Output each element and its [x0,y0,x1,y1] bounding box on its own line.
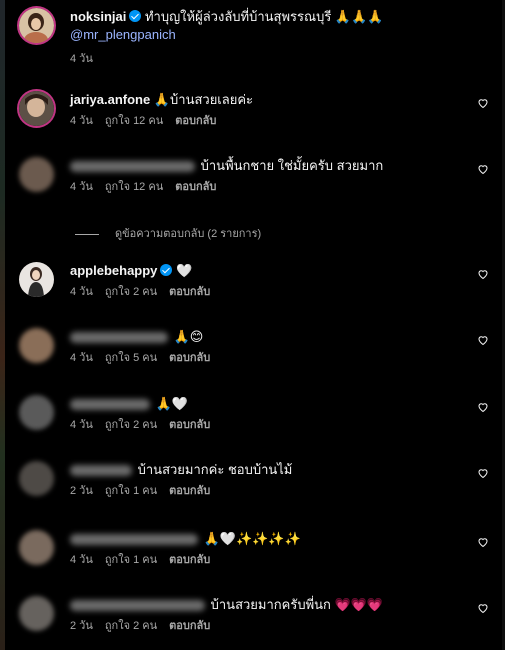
avatar[interactable] [19,91,54,126]
like-count[interactable]: ถูกใจ 1 คน [105,485,157,497]
heart-icon[interactable] [477,602,489,614]
comment-time: 2 วัน [70,485,93,497]
avatar[interactable] [19,157,54,192]
comment-text: บ้านสวยมากครับพี่นก 💗💗💗 [210,597,384,612]
caption-text: ทำบุญให้ผู้ล่วงลับที่บ้านสุพรรณบุรี 🙏🙏🙏 [144,9,384,24]
verified-badge-icon [160,264,173,276]
like-count[interactable]: ถูกใจ 1 คน [105,554,157,566]
caption-time: 4 วัน [70,53,93,65]
reply-button[interactable]: ตอบกลับ [169,485,210,497]
avatar[interactable] [19,530,54,565]
comment-time: 4 วัน [70,115,93,127]
view-replies-label: ดูข้อความตอบกลับ (2 รายการ) [115,228,262,240]
comment-text: 🤍 [176,263,193,278]
like-count[interactable]: ถูกใจ 12 คน [105,181,163,193]
comment-time: 4 วัน [70,554,93,566]
like-count[interactable]: ถูกใจ 2 คน [105,620,157,632]
blurred-username [70,399,150,411]
avatar[interactable] [19,8,54,43]
avatar[interactable] [19,461,54,496]
comment-username[interactable]: applebehappy [70,263,157,278]
avatar[interactable] [19,262,54,297]
caption-username[interactable]: noksinjai [70,9,126,24]
heart-icon[interactable] [477,334,489,346]
heart-icon[interactable] [477,97,489,109]
like-count[interactable]: ถูกใจ 2 คน [105,286,157,298]
comment-text: 🙏😊 [173,329,204,344]
blurred-username [70,161,195,173]
comment-time: 2 วัน [70,620,93,632]
comment-text: 🙏บ้านสวยเลยค่ะ [153,92,254,107]
comments-panel: noksinjai ทำบุญให้ผู้ล่วงลับที่บ้านสุพรร… [5,0,502,650]
heart-icon[interactable] [477,163,489,175]
comment-username[interactable]: jariya.anfone [70,92,150,107]
replies-divider [75,233,99,235]
reply-button[interactable]: ตอบกลับ [175,181,216,193]
reply-button[interactable]: ตอบกลับ [169,286,210,298]
comment-text: 🙏🤍✨✨✨✨ [203,531,301,546]
comment-text: 🙏🤍 [155,396,188,411]
blurred-username [70,465,132,477]
like-count[interactable]: ถูกใจ 2 คน [105,419,157,431]
reply-button[interactable]: ตอบกลับ [169,419,210,431]
comment-time: 4 วัน [70,419,93,431]
avatar[interactable] [19,328,54,363]
heart-icon[interactable] [477,467,489,479]
reply-button[interactable]: ตอบกลับ [175,115,216,127]
verified-badge-icon [129,10,142,22]
heart-icon[interactable] [477,536,489,548]
mention-link[interactable]: @mr_plengpanich [70,26,465,44]
reply-button[interactable]: ตอบกลับ [169,620,210,632]
comment-time: 4 วัน [70,286,93,298]
heart-icon[interactable] [477,401,489,413]
view-replies-button[interactable]: ดูข้อความตอบกลับ (2 รายการ) [75,224,261,242]
avatar[interactable] [19,596,54,631]
comment-text: บ้านสวยมากค่ะ ชอบบ้านไม้ [137,462,293,477]
avatar[interactable] [19,395,54,430]
reply-button[interactable]: ตอบกลับ [169,352,210,364]
like-count[interactable]: ถูกใจ 5 คน [105,352,157,364]
comment-text: บ้านพื้นกชาย ใช่มั้ยครับ สวยมาก [200,158,384,173]
blurred-username [70,600,205,612]
reply-button[interactable]: ตอบกลับ [169,554,210,566]
blurred-username [70,332,168,344]
like-count[interactable]: ถูกใจ 12 คน [105,115,163,127]
blurred-username [70,534,198,546]
comment-time: 4 วัน [70,181,93,193]
heart-icon[interactable] [477,268,489,280]
comment-time: 4 วัน [70,352,93,364]
